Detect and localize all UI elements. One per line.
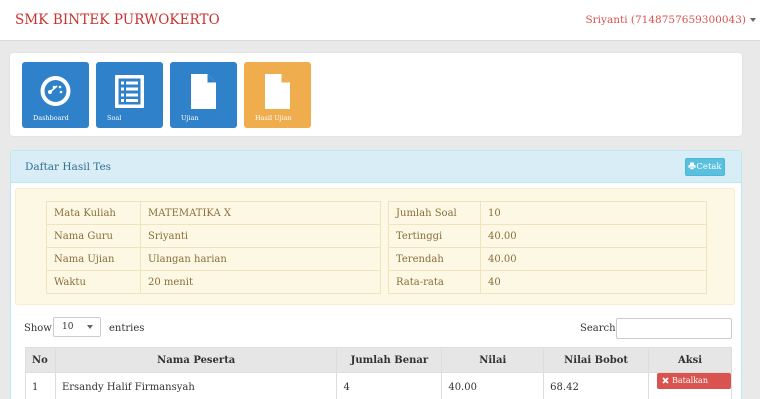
info-row: Nama Guru Sriyanti — [46, 224, 381, 248]
search-input[interactable] — [616, 318, 732, 339]
info-row: Rata-rata 40 — [388, 270, 707, 294]
print-label: Cetak — [696, 162, 722, 172]
info-value: 40 — [480, 270, 707, 294]
page-size-value: 10 — [62, 322, 74, 332]
search-label: Search: — [580, 323, 619, 334]
caret-down-icon — [87, 324, 94, 329]
info-row: Tertinggi 40.00 — [388, 224, 707, 248]
info-value: Sriyanti — [140, 224, 381, 248]
info-label: Jumlah Soal — [388, 201, 481, 225]
results-panel: Daftar Hasil Tes Cetak Mata Kuliah MATEMA… — [10, 150, 742, 399]
info-label: Tertinggi — [388, 224, 481, 248]
info-value: 40.00 — [480, 247, 707, 271]
caret-down-icon — [750, 18, 756, 22]
tile-label: Soal — [107, 114, 122, 122]
info-row: Waktu 20 menit — [46, 270, 381, 294]
info-row: Terendah 40.00 — [388, 247, 707, 271]
exam-info-box: Mata Kuliah MATEMATIKA X Nama Guru Sriyant… — [15, 188, 735, 305]
cell-name: Ersandy Halif Firmansyah — [54, 372, 338, 399]
column-header[interactable]: Nama Peserta — [54, 347, 338, 373]
page-size-select[interactable]: 10 — [53, 317, 101, 337]
cell-no: 1 — [25, 372, 56, 399]
info-label: Mata Kuliah — [46, 201, 141, 225]
info-label: Terendah — [388, 247, 481, 271]
user-menu[interactable]: Sriyanti (7148757659300043) — [585, 14, 756, 26]
info-value: Ulangan harian — [140, 247, 381, 271]
menu-tiles-panel: Dashboard Soal Ujian Hasil Ujian — [10, 53, 742, 136]
info-label: Nama Guru — [46, 224, 141, 248]
tile-ujian[interactable]: Ujian — [170, 62, 237, 128]
cell-action: Batalkan Ujian — [648, 372, 732, 399]
user-name: Sriyanti (7148757659300043) — [585, 14, 746, 26]
cell-weighted: 68.42 — [543, 372, 650, 399]
info-value: 40.00 — [480, 224, 707, 248]
tile-label: Dashboard — [33, 114, 69, 122]
entries-label: entries — [109, 323, 145, 334]
info-row: Jumlah Soal 10 — [388, 201, 707, 225]
cancel-exam-button[interactable]: Batalkan Ujian — [657, 373, 731, 399]
print-button[interactable]: Cetak — [685, 158, 725, 176]
info-row: Mata Kuliah MATEMATIKA X — [46, 201, 381, 225]
panel-title: Daftar Hasil Tes — [25, 161, 112, 173]
exam-info-right: Jumlah Soal 10 Tertinggi 40.00 Terendah 40.… — [388, 201, 707, 294]
info-label: Nama Ujian — [46, 247, 141, 271]
top-navbar: SMK BINTEK PURWOKERTO Sriyanti (71487576… — [0, 0, 760, 41]
info-value: MATEMATIKA X — [140, 201, 381, 225]
table-row: 1 Ersandy Halif Firmansyah 4 40.00 68.42… — [25, 372, 732, 399]
list-icon — [115, 75, 144, 108]
column-header[interactable]: Nilai Bobot — [543, 347, 650, 373]
info-label: Waktu — [46, 270, 141, 294]
exam-info-left: Mata Kuliah MATEMATIKA X Nama Guru Sriyant… — [46, 201, 381, 294]
info-value: 20 menit — [140, 270, 381, 294]
cell-score: 40.00 — [441, 372, 545, 399]
column-header[interactable]: Nilai — [441, 347, 545, 373]
info-value: 10 — [480, 201, 707, 225]
tile-label: Hasil Ujian — [255, 114, 292, 122]
tile-soal[interactable]: Soal — [96, 62, 163, 128]
panel-heading: Daftar Hasil Tes Cetak — [11, 151, 741, 183]
column-header[interactable]: No — [25, 347, 56, 373]
tile-dashboard[interactable]: Dashboard — [22, 62, 89, 128]
dashboard-icon — [40, 76, 71, 106]
results-table: No Nama Peserta Jumlah Benar Nilai Nilai… — [25, 347, 732, 399]
table-header-row: No Nama Peserta Jumlah Benar Nilai Nilai… — [25, 347, 732, 373]
tile-label: Ujian — [181, 114, 199, 122]
cell-correct: 4 — [336, 372, 443, 399]
brand-title[interactable]: SMK BINTEK PURWOKERTO — [15, 12, 220, 28]
file-icon — [265, 74, 290, 109]
info-label: Rata-rata — [388, 270, 481, 294]
column-header: Aksi — [648, 347, 732, 373]
column-header[interactable]: Jumlah Benar — [336, 347, 443, 373]
show-label: Show — [24, 323, 52, 334]
file-icon — [191, 74, 216, 109]
info-row: Nama Ujian Ulangan harian — [46, 247, 381, 271]
close-icon — [662, 376, 669, 384]
tile-hasil-ujian[interactable]: Hasil Ujian — [244, 62, 311, 128]
